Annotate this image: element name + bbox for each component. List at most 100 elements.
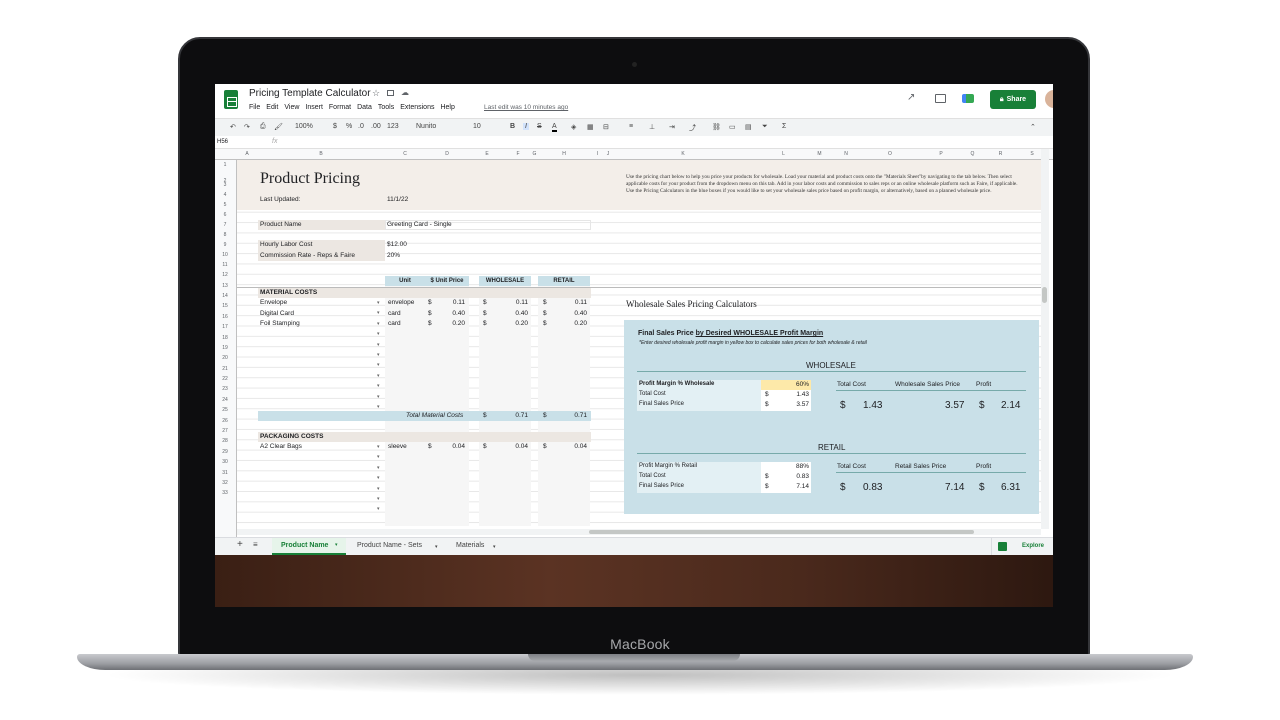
column-e-header[interactable]: E [469,151,505,157]
dropdown-arrow-icon[interactable]: ▾ [377,300,380,306]
dropdown-arrow-icon[interactable]: ▾ [377,394,380,400]
insert-comment-icon[interactable]: ▭ [729,123,736,131]
material-name[interactable]: Envelope [260,299,287,306]
row-14-header[interactable]: 14 [215,293,235,299]
column-l-header[interactable]: L [755,151,812,157]
paint-format-icon[interactable]: 🖌︎ [274,123,283,131]
column-q-header[interactable]: Q [967,151,978,157]
merge-cells-icon[interactable]: ⊟ [603,123,609,131]
vertical-scrollbar[interactable] [1041,149,1049,529]
dropdown-arrow-icon[interactable]: ▾ [377,383,380,389]
sheets-logo-icon[interactable] [224,90,238,109]
font-select[interactable]: Nunito [416,123,436,130]
row-21-header[interactable]: 21 [215,366,235,372]
meet-icon[interactable] [962,94,974,103]
comments-icon[interactable] [935,94,946,103]
share-button[interactable]: 🔒︎ Share [990,90,1036,109]
w-margin-value[interactable]: 60% [781,381,809,388]
row-16-header[interactable]: 16 [215,314,235,320]
column-b-header[interactable]: B [257,151,385,157]
column-d-header[interactable]: D [425,151,469,157]
redo-icon[interactable]: ↷ [244,123,250,131]
column-o-header[interactable]: O [865,151,915,157]
column-a-header[interactable]: A [237,151,257,157]
row-1-header[interactable]: 1 [215,162,235,168]
avatar[interactable] [1045,90,1053,108]
row-13-header[interactable]: 13 [215,283,235,289]
row-25-header[interactable]: 25 [215,407,235,413]
currency-button[interactable]: $ [333,123,337,130]
fill-color-icon[interactable]: ◈ [571,123,576,131]
row-24-header[interactable]: 24 [215,397,235,403]
decimal-increase-button[interactable]: .00 [371,123,381,130]
row-22-header[interactable]: 22 [215,376,235,382]
dropdown-arrow-icon[interactable]: ▾ [377,486,380,492]
material-name[interactable]: Foil Stamping [260,320,300,327]
row-4-header[interactable]: 4 [215,192,235,198]
row-9-header[interactable]: 9 [215,242,235,248]
hourly-value[interactable]: $12.00 [387,241,407,248]
packaging-name[interactable]: A2 Clear Bags [260,443,302,450]
dropdown-arrow-icon[interactable]: ▾ [377,404,380,410]
font-size-select[interactable]: 10 [473,123,481,130]
row-23-header[interactable]: 23 [215,386,235,392]
zoom-select[interactable]: 100% [295,123,313,130]
tab-materials[interactable]: Materials [456,542,484,549]
dropdown-arrow-icon[interactable]: ▾ [377,475,380,481]
dropdown-arrow-icon[interactable]: ▾ [377,331,380,337]
column-g-header[interactable]: G [531,151,538,157]
explore-button[interactable]: Explore [991,538,1053,555]
row-15-header[interactable]: 15 [215,303,235,309]
italic-button[interactable]: I [523,123,529,130]
menu-item-file[interactable]: File [249,104,260,111]
column-n-header[interactable]: N [827,151,865,157]
add-sheet-icon[interactable]: + [237,539,243,550]
dropdown-arrow-icon[interactable]: ▾ [377,310,380,316]
functions-icon[interactable]: Σ [782,123,786,130]
row-20-header[interactable]: 20 [215,355,235,361]
commission-value[interactable]: 20% [387,252,400,259]
undo-icon[interactable]: ↶ [230,123,236,131]
text-color-button[interactable]: A [552,123,557,132]
last-edit-link[interactable]: Last edit was 10 minutes ago [484,104,568,111]
doc-title[interactable]: Pricing Template Calculator [249,88,371,99]
row-18-header[interactable]: 18 [215,335,235,341]
row-5-header[interactable]: 5 [215,202,235,208]
menu-item-extensions[interactable]: Extensions [400,104,434,111]
tab-product-name-sets[interactable]: Product Name - Sets [357,542,422,549]
row-33-header[interactable]: 33 [215,490,235,496]
dropdown-arrow-icon[interactable]: ▾ [377,373,380,379]
dropdown-arrow-icon[interactable]: ▾ [377,321,380,327]
row-27-header[interactable]: 27 [215,428,235,434]
tab-menu-icon[interactable]: ▾ [435,544,438,550]
tab-menu-icon[interactable]: ▾ [493,544,496,550]
row-31-header[interactable]: 31 [215,470,235,476]
tab-product-name[interactable]: Product Name ▾ [272,538,346,555]
column-f-header[interactable]: F [505,151,531,157]
move-folder-icon[interactable] [387,90,394,96]
vertical-align-icon[interactable]: ⊥ [649,123,655,131]
menu-item-insert[interactable]: Insert [305,104,323,111]
all-sheets-icon[interactable]: ≡ [253,540,258,549]
menu-item-view[interactable]: View [284,104,299,111]
row-19-header[interactable]: 19 [215,345,235,351]
row-10-header[interactable]: 10 [215,252,235,258]
strikethrough-button[interactable]: S [537,123,542,130]
insert-link-icon[interactable]: ⛓ [712,123,721,131]
text-rotation-icon[interactable]: ⤴ [689,123,696,133]
material-name[interactable]: Digital Card [260,310,294,317]
column-r-header[interactable]: R [978,151,1023,157]
column-i-header[interactable]: I [590,151,605,157]
row-6-header[interactable]: 6 [215,212,235,218]
column-m-header[interactable]: M [812,151,827,157]
menu-item-data[interactable]: Data [357,104,372,111]
menu-item-edit[interactable]: Edit [266,104,278,111]
activity-icon[interactable]: ↗ [907,92,915,103]
row-11-header[interactable]: 11 [215,262,235,268]
dropdown-arrow-icon[interactable]: ▾ [377,465,380,471]
dropdown-arrow-icon[interactable]: ▾ [377,352,380,358]
cell-reference[interactable]: H56 [217,139,228,145]
more-formats-button[interactable]: 123 [387,123,399,130]
borders-icon[interactable]: ▦ [587,123,594,131]
row-8-header[interactable]: 8 [215,232,235,238]
